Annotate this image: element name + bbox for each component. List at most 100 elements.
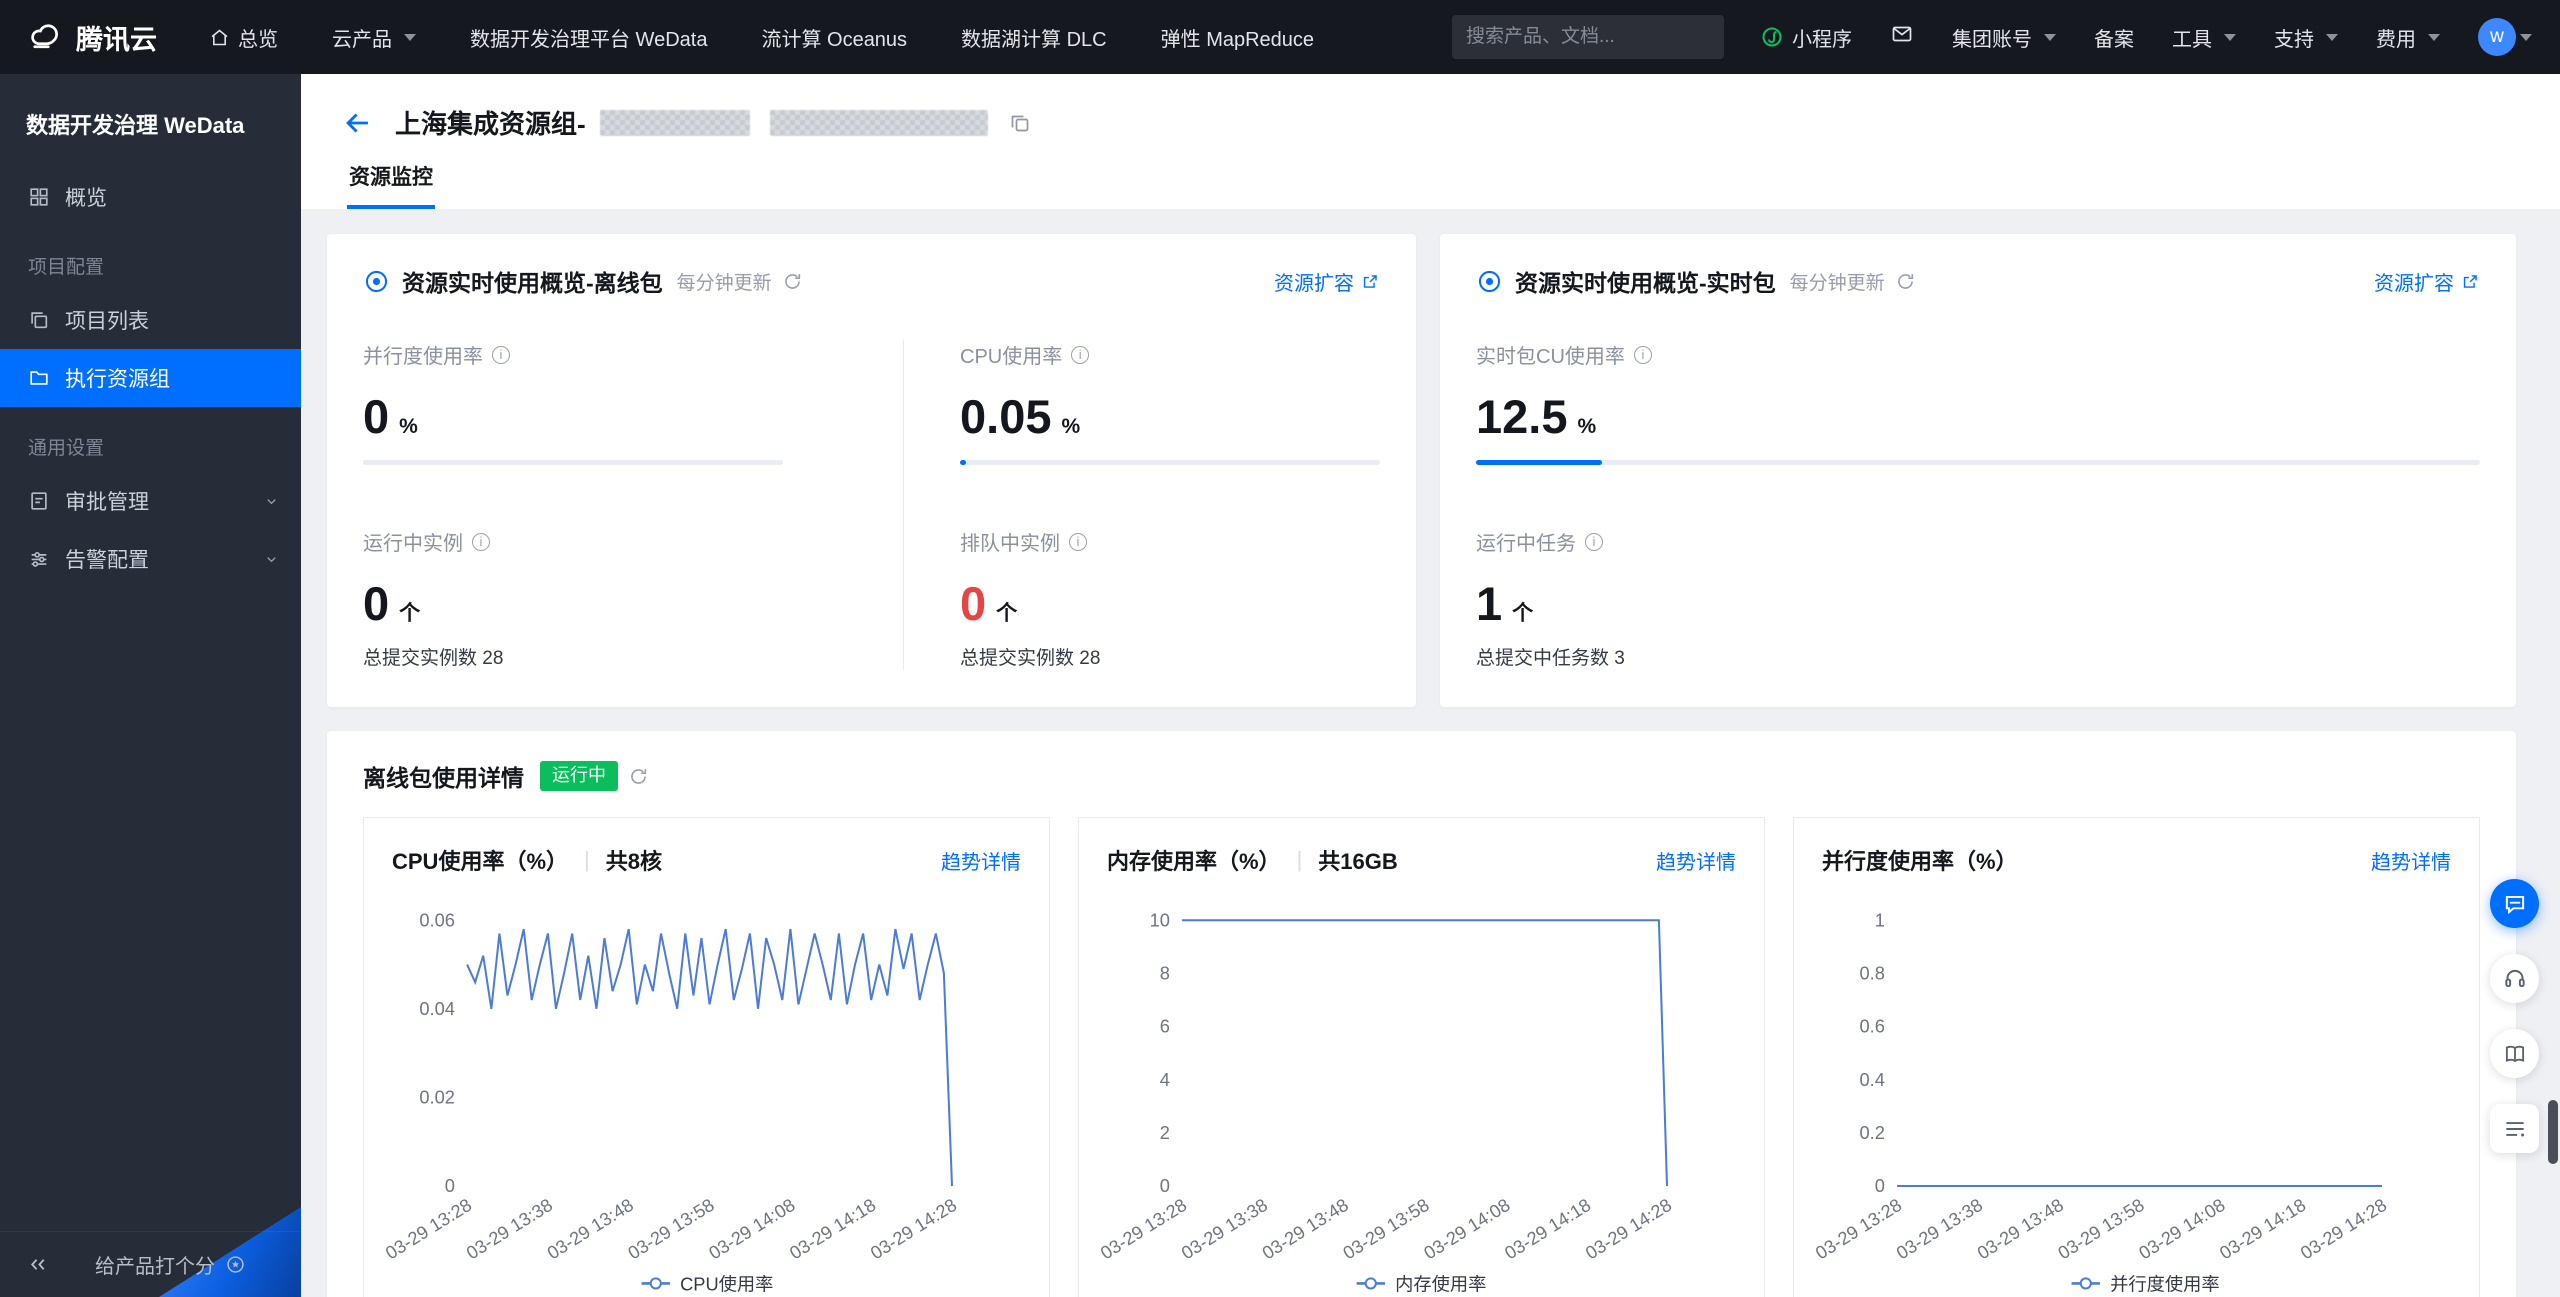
info-icon[interactable]: [472, 532, 490, 551]
info-icon[interactable]: [1071, 345, 1090, 364]
trend-details-link[interactable]: 趋势详情: [1656, 846, 1736, 875]
nav-dlc[interactable]: 数据湖计算 DLC: [961, 23, 1107, 52]
nav-overview[interactable]: 总览: [209, 23, 278, 52]
sidebar-footer: 给产品打个分: [0, 1231, 301, 1297]
svg-text:0.06: 0.06: [419, 909, 455, 930]
svg-text:0.6: 0.6: [1860, 1016, 1885, 1037]
rate-product-button[interactable]: 给产品打个分: [95, 1250, 246, 1279]
global-search-box[interactable]: [1452, 15, 1724, 59]
trend-details-link[interactable]: 趋势详情: [941, 846, 1021, 875]
update-note: 每分钟更新: [1789, 272, 1885, 294]
scale-out-link[interactable]: 资源扩容: [1274, 267, 1380, 296]
sidebar-item-project-list[interactable]: 项目列表: [0, 291, 301, 349]
customer-service-button[interactable]: [2490, 954, 2539, 1003]
tencent-cloud-logo[interactable]: 腾讯云: [28, 18, 157, 57]
trend-details-link[interactable]: 趋势详情: [2371, 846, 2451, 875]
chart-panel-cpu: CPU使用率（%） | 共8核 趋势详情 0 0.02 0.04 0.06 03-29 …: [363, 817, 1050, 1297]
running-tasks-value: 1: [1476, 577, 1503, 630]
svg-text:03-29 13:58: 03-29 13:58: [624, 1194, 718, 1263]
parallelism-usage-stat: 并行度使用率 0%: [363, 340, 783, 465]
svg-text:03-29 14:18: 03-29 14:18: [786, 1194, 880, 1263]
external-link-icon: [1363, 274, 1377, 288]
details-title: 离线包使用详情: [363, 765, 524, 791]
copy-icon[interactable]: [1008, 111, 1032, 135]
user-avatar[interactable]: w: [2478, 18, 2532, 56]
cu-usage-value: 12.5: [1476, 390, 1568, 443]
nav-oceanus[interactable]: 流计算 Oceanus: [761, 23, 907, 52]
info-icon[interactable]: [1633, 345, 1652, 364]
back-button[interactable]: [341, 106, 375, 140]
support-menu[interactable]: 支持: [2274, 23, 2338, 52]
svg-text:1: 1: [1875, 909, 1885, 930]
miniprogram-link[interactable]: 小程序: [1760, 23, 1852, 52]
svg-text:4: 4: [1160, 1069, 1170, 1090]
info-icon[interactable]: [1585, 532, 1603, 551]
queued-instances-stat: 排队中实例 0个 总提交实例数 28: [960, 527, 1380, 670]
chevron-down-icon: [267, 556, 276, 562]
tab-resource-monitoring[interactable]: 资源监控: [347, 161, 435, 209]
folder-icon: [30, 371, 48, 385]
scrollbar-thumb[interactable]: [2548, 1100, 2558, 1164]
list-copy-icon: [31, 312, 48, 329]
svg-text:CPU使用率: CPU使用率: [680, 1274, 773, 1295]
tab-bar: 资源监控: [341, 161, 2560, 209]
svg-text:03-29 13:48: 03-29 13:48: [543, 1194, 637, 1263]
search-input[interactable]: [1466, 26, 1711, 48]
sidebar-item-overview[interactable]: 概览: [0, 168, 301, 226]
info-icon[interactable]: [1069, 532, 1087, 551]
survey-icon: [2505, 1121, 2524, 1136]
group-account-menu[interactable]: 集团账号: [1952, 23, 2056, 52]
offline-usage-details-card: 离线包使用详情 运行中 CPU使用率（%） | 共8核 趋势详情 0 0.02 0.…: [327, 731, 2516, 1297]
svg-text:03-29 14:08: 03-29 14:08: [2135, 1194, 2229, 1263]
filing-link[interactable]: 备案: [2094, 23, 2134, 52]
nav-cloud-products[interactable]: 云产品: [332, 23, 416, 52]
nav-wedata[interactable]: 数据开发治理平台 WeData: [470, 23, 707, 52]
tools-menu[interactable]: 工具: [2172, 23, 2236, 52]
rate-icon: [227, 1256, 244, 1273]
sidebar-section-project: 项目配置: [28, 257, 105, 278]
refresh-icon[interactable]: [782, 271, 803, 292]
refresh-icon[interactable]: [1895, 271, 1916, 292]
cpu-usage-stat: CPU使用率 0.05%: [960, 340, 1380, 465]
collapse-sidebar-icon[interactable]: [26, 1253, 49, 1276]
svg-text:03-29 14:28: 03-29 14:28: [2296, 1194, 2390, 1263]
svg-text:03-29 14:28: 03-29 14:28: [866, 1194, 960, 1263]
chart-panel-memory: 内存使用率（%） | 共16GB 趋势详情 0 2 4 6 8 10 03-29 13:28…: [1078, 817, 1765, 1297]
sidebar-item-approval[interactable]: 审批管理: [0, 472, 301, 530]
chevron-down-icon: [404, 33, 416, 41]
sliders-icon: [31, 552, 47, 567]
cu-usage-stat: 实时包CU使用率 12.5%: [1476, 340, 2480, 465]
progress-bar: [1476, 460, 2480, 465]
sidebar-product-title[interactable]: 数据开发治理 WeData: [0, 74, 301, 168]
refresh-icon[interactable]: [628, 766, 649, 787]
top-right-menu: 小程序 集团账号 备案 工具 支持 费用 w: [1760, 18, 2532, 56]
chat-icon: [2505, 895, 2524, 914]
billing-menu[interactable]: 费用: [2376, 23, 2440, 52]
miniprogram-icon: [1762, 27, 1782, 47]
svg-text:03-29 13:38: 03-29 13:38: [462, 1194, 556, 1263]
total-submitted-instances: 总提交实例数 28: [960, 648, 1101, 669]
svg-text:内存使用率: 内存使用率: [1395, 1274, 1486, 1295]
svg-text:03-29 13:28: 03-29 13:28: [1812, 1194, 1906, 1263]
survey-button[interactable]: [2490, 1104, 2539, 1153]
sidebar-item-exec-resource-group[interactable]: 执行资源组: [0, 349, 301, 407]
svg-text:0.04: 0.04: [419, 998, 455, 1019]
divider: |: [584, 847, 590, 872]
external-link-icon: [2463, 274, 2477, 288]
chevron-down-icon: [2326, 33, 2338, 41]
nav-mapreduce[interactable]: 弹性 MapReduce: [1161, 23, 1314, 52]
message-icon[interactable]: [1890, 22, 1914, 52]
docs-button[interactable]: [2490, 1029, 2539, 1078]
svg-text:0: 0: [1875, 1175, 1885, 1196]
svg-text:03-29 14:28: 03-29 14:28: [1581, 1194, 1675, 1263]
redacted-resource-name: [599, 109, 750, 136]
card-title: 资源实时使用概览-实时包: [1515, 270, 1776, 296]
chat-support-button[interactable]: [2490, 879, 2539, 928]
brand-text: 腾讯云: [76, 24, 157, 55]
sidebar-item-alert-config[interactable]: 告警配置: [0, 530, 301, 588]
info-icon[interactable]: [492, 345, 510, 364]
scale-out-link[interactable]: 资源扩容: [2374, 267, 2480, 296]
queued-instances-value: 0: [960, 577, 987, 630]
svg-text:0.8: 0.8: [1860, 962, 1885, 983]
chart-title: 并行度使用率（%）: [1822, 849, 2018, 874]
